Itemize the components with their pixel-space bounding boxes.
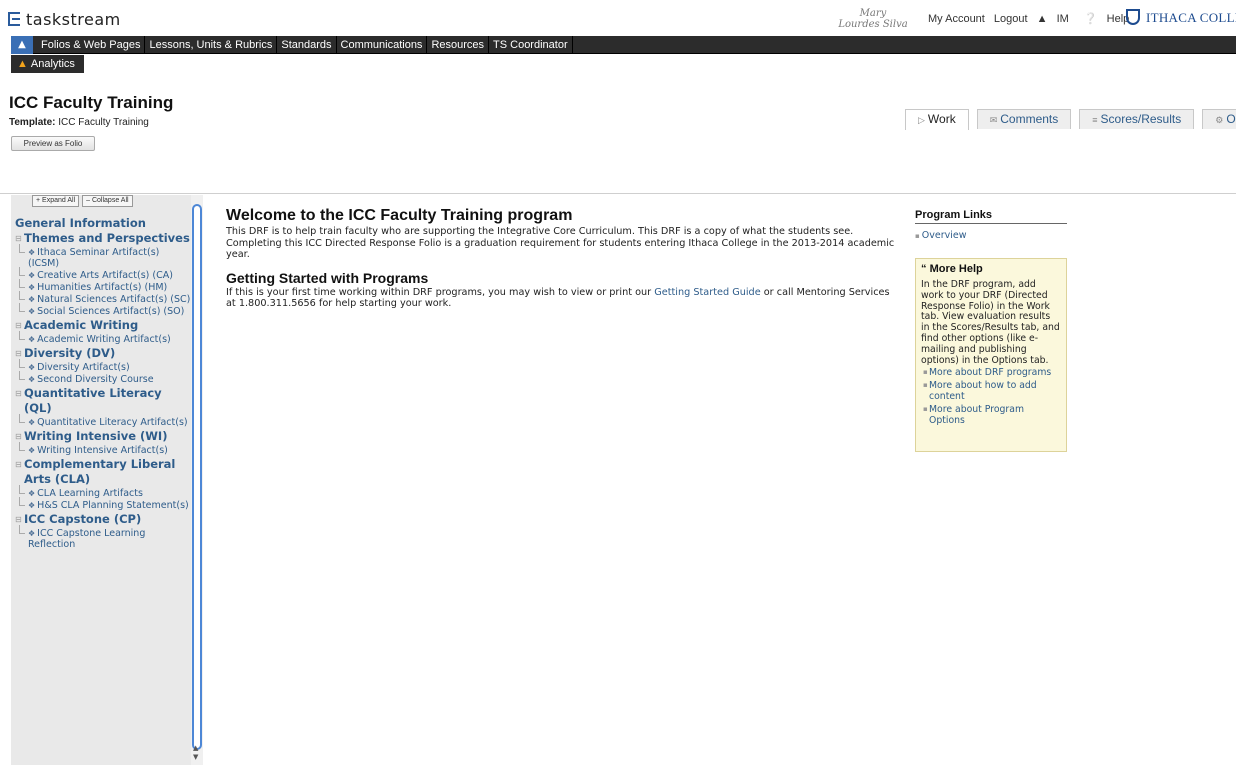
tag-icon: ❖: [28, 446, 36, 455]
list-item[interactable]: ❖ CLA Learning Artifacts: [15, 485, 193, 499]
nav-analytics[interactable]: ▲ Analytics: [11, 55, 84, 73]
comments-icon: ✉: [989, 115, 998, 125]
more-about-drf-link[interactable]: ▪ More about DRF programs: [921, 367, 1061, 379]
getting-started-guide-link[interactable]: Getting Started Guide: [654, 287, 760, 298]
getting-started-text: If this is your first time working withi…: [226, 286, 890, 310]
top-bar: taskstream Mary Lourdes Silva My Account…: [0, 0, 1236, 36]
list-item[interactable]: ❖ Academic Writing Artifact(s): [15, 331, 193, 345]
tag-icon: ❖: [28, 248, 36, 257]
collapse-icon[interactable]: ⊟: [15, 457, 22, 472]
scores-icon: ≡: [1092, 115, 1098, 125]
list-item[interactable]: ❖ ICC Capstone Learning Reflection: [15, 525, 193, 550]
sidebar-section-writing-intensive[interactable]: ⊟ Writing Intensive (WI): [15, 429, 193, 444]
im-link[interactable]: ▲ IM: [1037, 13, 1075, 25]
main-content: Welcome to the ICC Faculty Training prog…: [226, 207, 898, 310]
sidebar-section-quantitative-literacy[interactable]: ⊟ Quantitative Literacy (QL): [15, 386, 193, 416]
list-item[interactable]: ❖ H&S CLA Planning Statement(s): [15, 497, 193, 511]
program-links-panel: Program Links ▪ Overview: [915, 209, 1067, 241]
list-item[interactable]: ❖ Social Sciences Artifact(s) (SO): [15, 303, 193, 317]
my-account-link[interactable]: My Account: [928, 13, 985, 25]
template-line: Template: ICC Faculty Training: [9, 117, 149, 128]
divider: [0, 193, 1236, 194]
sidebar-section-capstone[interactable]: ⊟ ICC Capstone (CP): [15, 512, 193, 527]
list-item[interactable]: ❖ Natural Sciences Artifact(s) (SC): [15, 291, 193, 305]
home-icon[interactable]: ▲: [11, 36, 33, 54]
top-links: My Account Logout ▲ IM ❔ Help: [928, 12, 1141, 25]
options-icon: ⚙: [1215, 115, 1224, 125]
tab-options[interactable]: ⚙Options: [1202, 109, 1236, 129]
tag-icon: ❖: [28, 307, 36, 316]
list-item[interactable]: ❖ Ithaca Seminar Artifact(s) (ICSM): [15, 244, 193, 269]
more-about-options-link[interactable]: ▪ More about Program Options: [921, 404, 1061, 427]
tag-icon: ❖: [28, 283, 36, 292]
tag-icon: ❖: [28, 489, 36, 498]
college-seal-icon: [1126, 9, 1140, 25]
taskstream-logo[interactable]: taskstream: [8, 10, 121, 29]
sidebar-item-general-information[interactable]: General Information: [15, 216, 193, 231]
nav-lessons[interactable]: Lessons, Units & Rubrics: [145, 36, 278, 54]
page-title: ICC Faculty Training: [9, 93, 174, 112]
scroll-down-icon[interactable]: ▼: [193, 753, 198, 761]
sidebar-section-themes[interactable]: ⊟ Themes and Perspectives: [15, 231, 193, 246]
expand-all-button[interactable]: + Expand All: [32, 195, 80, 207]
tab-bar: ▷Work ✉Comments ≡Scores/Results ⚙Options: [905, 109, 1236, 130]
sidebar: + Expand All – Collapse All General Info…: [11, 195, 203, 765]
tag-icon: ❖: [28, 335, 36, 344]
more-about-content-link[interactable]: ▪ More about how to add content: [921, 380, 1061, 403]
tag-icon: ❖: [28, 295, 36, 304]
tag-icon: ❖: [28, 375, 36, 384]
help-icon: ❔: [1083, 13, 1098, 25]
nav-ts-coordinator[interactable]: TS Coordinator: [489, 36, 573, 54]
tab-work[interactable]: ▷ Work: [905, 109, 969, 130]
welcome-heading: Welcome to the ICC Faculty Training prog…: [226, 207, 573, 224]
list-item[interactable]: ❖ Second Diversity Course: [15, 371, 193, 385]
help-quote-icon: “: [921, 263, 927, 275]
bullet-icon: ▪: [915, 232, 920, 240]
tab-comments[interactable]: ✉ Comments: [976, 109, 1072, 129]
scrollbar-thumb[interactable]: [192, 204, 202, 750]
tag-icon: ❖: [28, 418, 36, 427]
analytics-icon: ▲: [17, 58, 28, 70]
tag-icon: ❖: [28, 363, 36, 372]
logout-link[interactable]: Logout: [994, 13, 1028, 25]
preview-as-folio-button[interactable]: Preview as Folio: [11, 136, 95, 151]
sidebar-scrollbar[interactable]: ▲ ▼: [191, 195, 203, 765]
list-item[interactable]: ❖ Diversity Artifact(s): [15, 359, 193, 373]
sidebar-section-cla[interactable]: ⊟ Complementary Liberal Arts (CLA): [15, 457, 193, 487]
list-item[interactable]: ❖ Creative Arts Artifact(s) (CA): [15, 267, 193, 281]
bullet-icon: ▪: [923, 404, 928, 413]
more-help-title: “ More Help: [921, 263, 983, 275]
main-nav: ▲ Folios & Web Pages Lessons, Units & Ru…: [11, 36, 1236, 54]
tab-scores-results[interactable]: ≡ Scores/Results: [1079, 109, 1195, 129]
sidebar-section-academic-writing[interactable]: ⊟ Academic Writing: [15, 318, 193, 333]
collapse-icon[interactable]: ⊟: [15, 386, 22, 401]
tag-icon: ❖: [28, 271, 36, 280]
bullet-icon: ▪: [923, 368, 928, 377]
more-help-box: “ More Help In the DRF program, add work…: [915, 258, 1067, 452]
user-name: Mary Lourdes Silva: [838, 8, 908, 30]
nav-standards[interactable]: Standards: [277, 36, 337, 54]
sidebar-section-diversity[interactable]: ⊟ Diversity (DV): [15, 346, 193, 361]
program-links-title: Program Links: [915, 209, 1067, 224]
list-item[interactable]: ❖ Quantitative Literacy Artifact(s): [15, 414, 193, 428]
ithaca-college-logo[interactable]: ITHACA COLLEGE: [1126, 9, 1236, 26]
folio-tree: General Information ⊟ Themes and Perspect…: [15, 216, 193, 551]
collapse-all-button[interactable]: – Collapse All: [82, 195, 133, 207]
nav-resources[interactable]: Resources: [427, 36, 490, 54]
intro-text: This DRF is to help train faculty who ar…: [226, 226, 895, 260]
getting-started-heading: Getting Started with Programs: [226, 269, 429, 286]
scroll-up-icon[interactable]: ▲: [193, 744, 198, 752]
tag-icon: ❖: [28, 529, 36, 538]
document-icon: ▷: [918, 115, 925, 125]
tag-icon: ❖: [28, 501, 36, 510]
taskstream-logo-icon: [8, 12, 20, 26]
nav-folios[interactable]: Folios & Web Pages: [37, 36, 146, 54]
chat-icon: ▲: [1036, 13, 1048, 25]
overview-link[interactable]: ▪ Overview: [915, 230, 1067, 241]
list-item[interactable]: ❖ Writing Intensive Artifact(s): [15, 442, 193, 456]
nav-communications[interactable]: Communications: [337, 36, 428, 54]
bullet-icon: ▪: [923, 381, 928, 390]
list-item[interactable]: ❖ Humanities Artifact(s) (HM): [15, 279, 193, 293]
more-help-text: In the DRF program, add work to your DRF…: [921, 279, 1060, 366]
